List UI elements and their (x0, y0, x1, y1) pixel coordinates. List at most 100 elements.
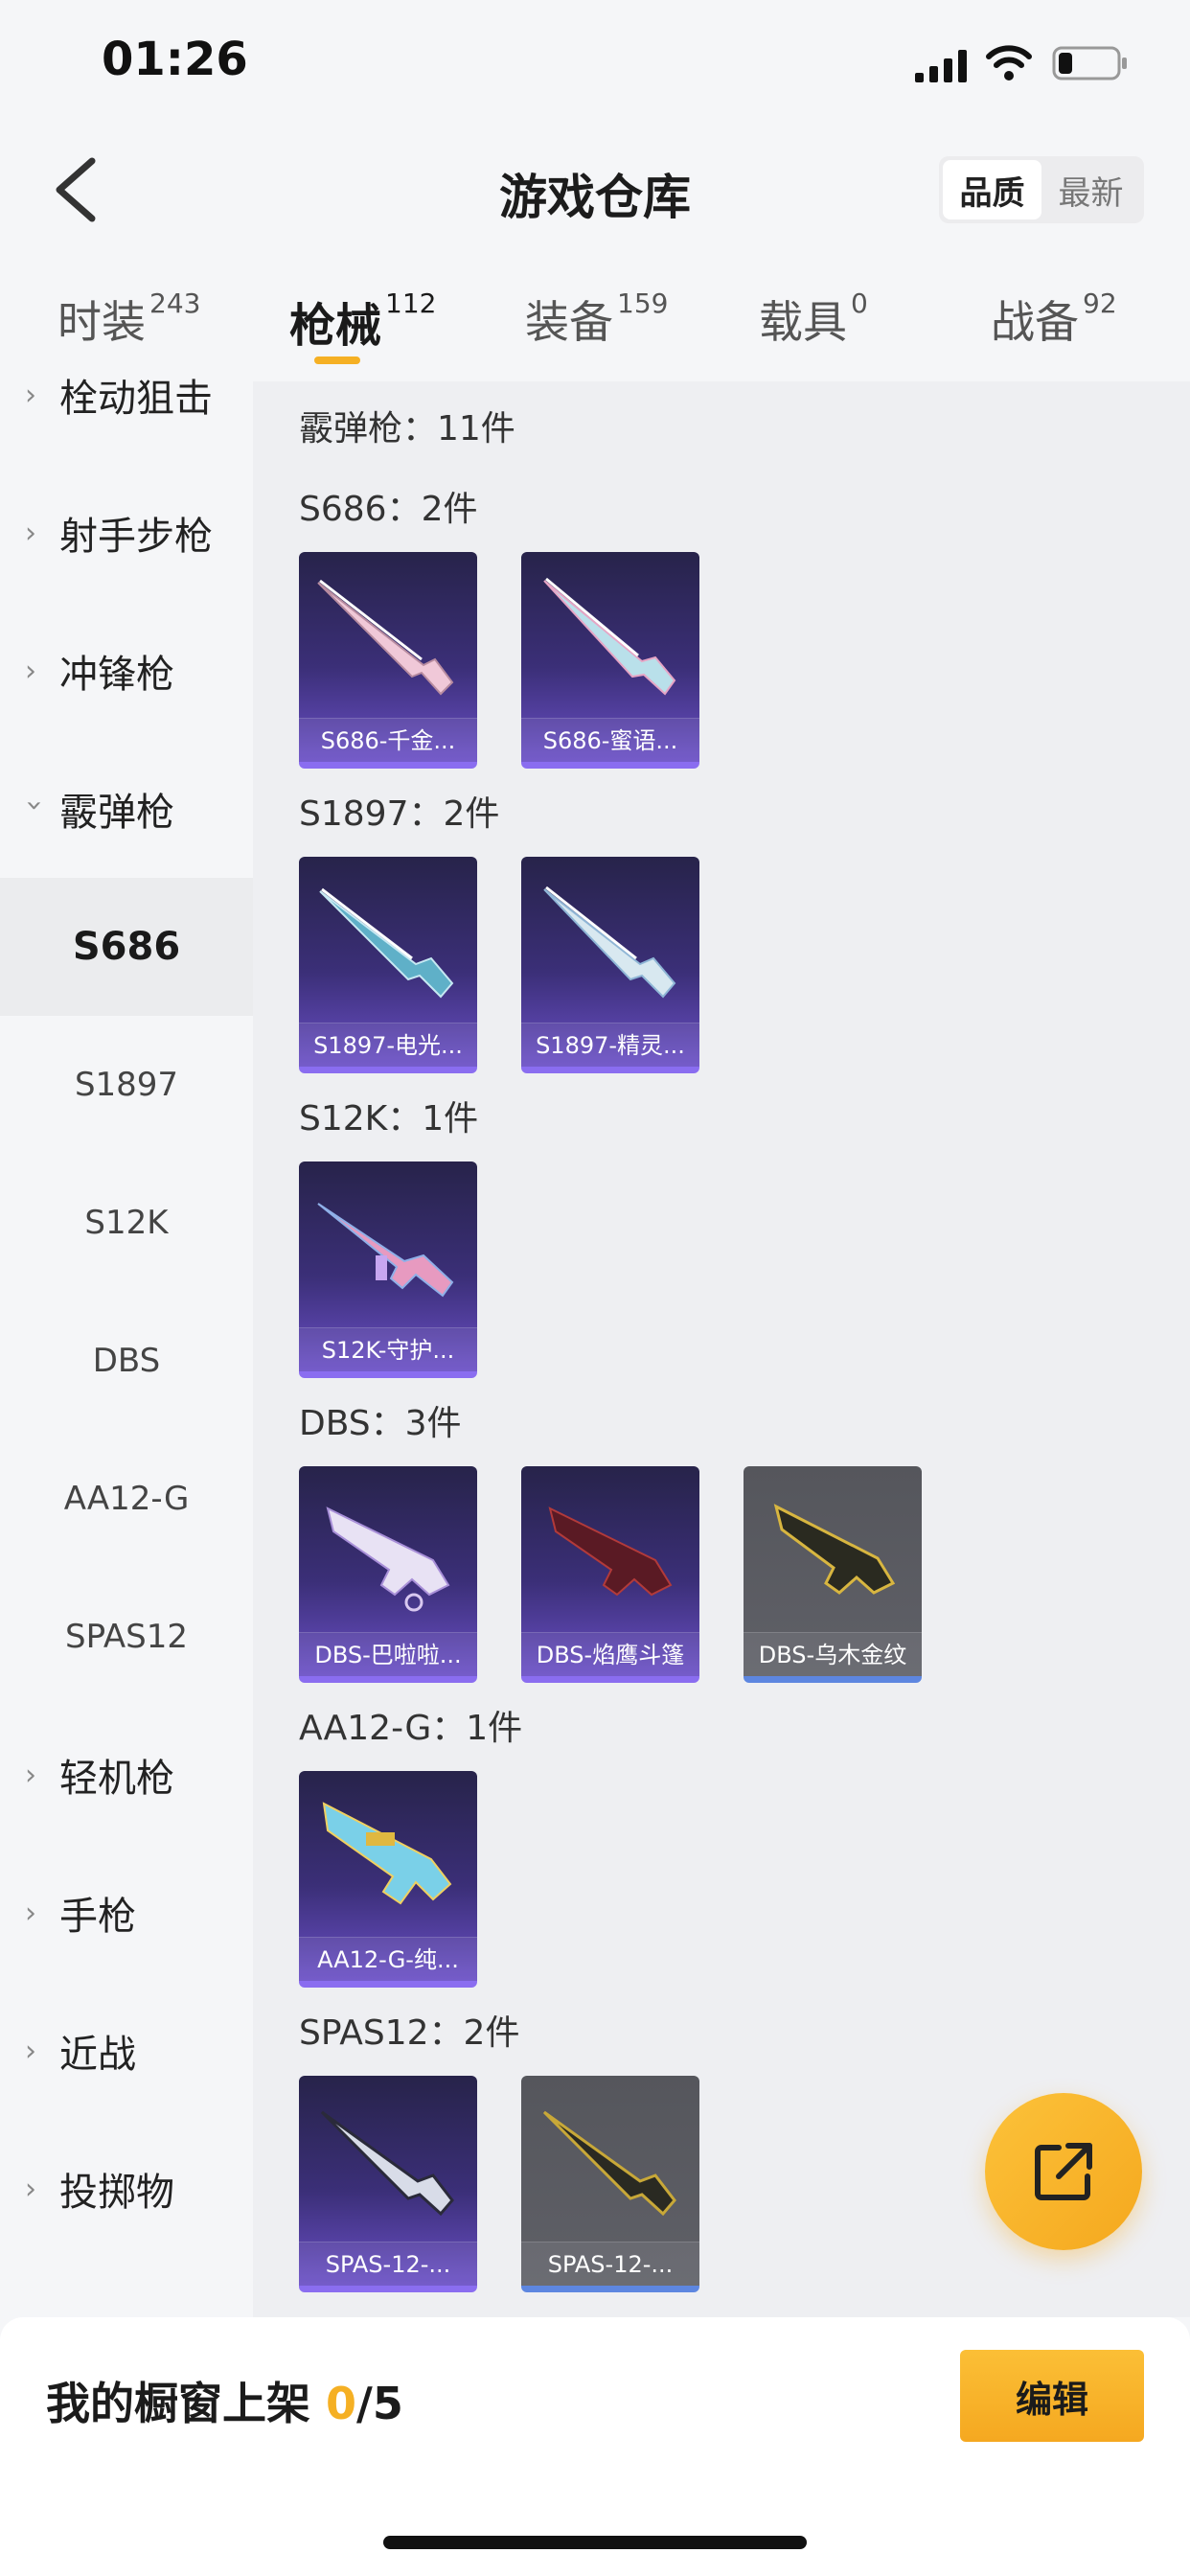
tab-label: 装备 (525, 296, 613, 348)
wifi-icon (986, 45, 1032, 80)
section-title: S1897：2件 (299, 794, 500, 834)
sidebar-item-label: 轻机枪 (59, 1757, 174, 1801)
sidebar-subitem-label: S12K (84, 1204, 169, 1242)
weapon-card[interactable]: SPAS-12-... (521, 2076, 699, 2292)
weapon-card[interactable]: S12K-守护... (299, 1162, 477, 1378)
tab-label: 载具 (759, 296, 847, 348)
tab-count: 92 (1083, 288, 1117, 319)
tab-count: 243 (149, 288, 201, 319)
weapon-card-name: S12K-守护... (299, 1327, 477, 1371)
sidebar-item-marksman-rifle[interactable]: › 射手步枪 (0, 464, 253, 602)
sidebar-item-label: 射手步枪 (59, 515, 213, 559)
sidebar-item-label: 投掷物 (59, 2171, 174, 2215)
tab-label: 枪械 (289, 299, 382, 353)
sidebar-subitem-s686[interactable]: S686 (0, 878, 253, 1016)
share-button[interactable] (985, 2093, 1142, 2250)
weapon-card-name: DBS-焰鹰斗篷 (521, 1632, 699, 1676)
weapon-card-name: S1897-电光... (299, 1023, 477, 1067)
chevron-right-icon: › (25, 2034, 36, 2068)
sidebar-item-label: 霰弹枪 (59, 791, 174, 835)
sidebar-subitem-label: S686 (72, 925, 181, 969)
shotgun-skin-icon (326, 1506, 450, 1612)
chevron-right-icon: › (25, 516, 36, 550)
shotgun-skin-icon (317, 1203, 454, 1298)
chevron-right-icon: › (25, 654, 36, 688)
sort-toggle[interactable]: 品质 最新 (939, 156, 1144, 223)
showcase-total: /5 (356, 2378, 403, 2429)
sort-quality-button[interactable]: 品质 (943, 160, 1041, 219)
section-title: DBS：3件 (299, 1404, 462, 1443)
share-icon (1035, 2143, 1092, 2200)
sidebar-subitem-label: SPAS12 (64, 1618, 188, 1656)
group-header: 霰弹枪：11件 (299, 409, 515, 448)
section-title: S12K：1件 (299, 1099, 479, 1138)
showcase-counter: 我的橱窗上架 0/5 (46, 2369, 403, 2432)
sort-newest-button[interactable]: 最新 (1041, 160, 1140, 219)
tab-count: 159 (617, 288, 669, 319)
sidebar-subitem-dbs[interactable]: DBS (0, 1292, 253, 1430)
weapon-card[interactable]: AA12-G-纯... (299, 1771, 477, 1988)
weapon-card-name: SPAS-12-... (299, 2242, 477, 2286)
weapon-card-name: S686-蜜语... (521, 718, 699, 762)
signal-icon (915, 50, 967, 82)
weapon-list: 霰弹枪：11件 S686：2件 S686-千金... S686-蜜语... S1… (253, 381, 1190, 2317)
weapon-category-sidebar: › 栓动狙击 › 射手步枪 › 冲锋枪 › 霰弹枪 S686 S1897 S12… (0, 377, 253, 2317)
tab-vehicles[interactable]: 载具 0 (759, 288, 868, 351)
shotgun-skin-icon (322, 1802, 452, 1905)
sidebar-item-lmg[interactable]: › 轻机枪 (0, 1706, 253, 1844)
sidebar-item-smg[interactable]: › 冲锋枪 (0, 602, 253, 740)
tab-count: 0 (851, 288, 868, 319)
tab-tactical[interactable]: 战备 92 (991, 288, 1117, 351)
weapon-card-name: SPAS-12-... (521, 2242, 699, 2286)
chevron-right-icon: › (25, 1896, 36, 1930)
sidebar-item-label: 手枪 (59, 1895, 136, 1939)
sidebar-subitem-aa12g[interactable]: AA12-G (0, 1430, 253, 1568)
weapon-card[interactable]: S686-千金... (299, 552, 477, 769)
shotgun-skin-icon (543, 886, 676, 999)
weapon-card[interactable]: S686-蜜语... (521, 552, 699, 769)
weapon-card-name: DBS-乌木金纹 (744, 1632, 922, 1676)
weapon-card[interactable]: DBS-乌木金纹 (744, 1466, 922, 1683)
chevron-right-icon: › (25, 378, 36, 412)
chevron-right-icon: › (25, 1758, 36, 1792)
sidebar-item-throwable[interactable]: › 投掷物 (0, 2120, 253, 2258)
shotgun-skin-icon (773, 1504, 896, 1595)
shotgun-skin-icon (317, 579, 454, 696)
weapon-card-name: DBS-巴啦啦... (299, 1632, 477, 1676)
sidebar-subitem-label: AA12-G (63, 1480, 190, 1518)
shotgun-skin-icon (548, 1506, 673, 1597)
weapon-card-name: S1897-精灵... (521, 1023, 699, 1067)
weapon-card[interactable]: SPAS-12-... (299, 2076, 477, 2292)
sidebar-item-melee[interactable]: › 近战 (0, 1982, 253, 2120)
weapon-card-name: AA12-G-纯... (299, 1937, 477, 1981)
sidebar-subitem-s12k[interactable]: S12K (0, 1154, 253, 1292)
edit-button[interactable]: 编辑 (960, 2350, 1144, 2442)
sidebar-subitem-spas12[interactable]: SPAS12 (0, 1568, 253, 1706)
home-indicator (383, 2536, 807, 2549)
chevron-right-icon: › (25, 2172, 36, 2206)
tab-equipment[interactable]: 装备 159 (525, 288, 668, 351)
shotgun-skin-icon (320, 2110, 454, 2217)
weapon-card[interactable]: DBS-焰鹰斗篷 (521, 1466, 699, 1683)
showcase-current: 0 (326, 2378, 357, 2429)
sidebar-subitem-label: DBS (92, 1342, 161, 1380)
sidebar-item-shotgun[interactable]: › 霰弹枪 (0, 740, 253, 878)
bottom-bar: 我的橱窗上架 0/5 编辑 (0, 2317, 1190, 2576)
weapon-card[interactable]: S1897-电光... (299, 857, 477, 1073)
sidebar-subitem-s1897[interactable]: S1897 (0, 1016, 253, 1154)
active-tab-indicator (314, 356, 360, 364)
sidebar-item-bolt-sniper[interactable]: › 栓动狙击 (0, 326, 253, 464)
weapon-card[interactable]: DBS-巴啦啦... (299, 1466, 477, 1683)
tab-guns[interactable]: 枪械 112 (289, 288, 436, 355)
sidebar-item-pistol[interactable]: › 手枪 (0, 1844, 253, 1982)
section-title: SPAS12：2件 (299, 2013, 520, 2053)
shotgun-skin-icon (319, 887, 454, 999)
showcase-label: 我的橱窗上架 (46, 2378, 327, 2429)
chevron-down-icon: › (17, 799, 52, 811)
battery-icon (1052, 46, 1127, 80)
status-bar: 01:26 (0, 0, 1190, 129)
sidebar-item-label: 冲锋枪 (59, 653, 174, 697)
status-time: 01:26 (102, 33, 248, 86)
weapon-card[interactable]: S1897-精灵... (521, 857, 699, 1073)
tab-label: 战备 (991, 296, 1079, 348)
